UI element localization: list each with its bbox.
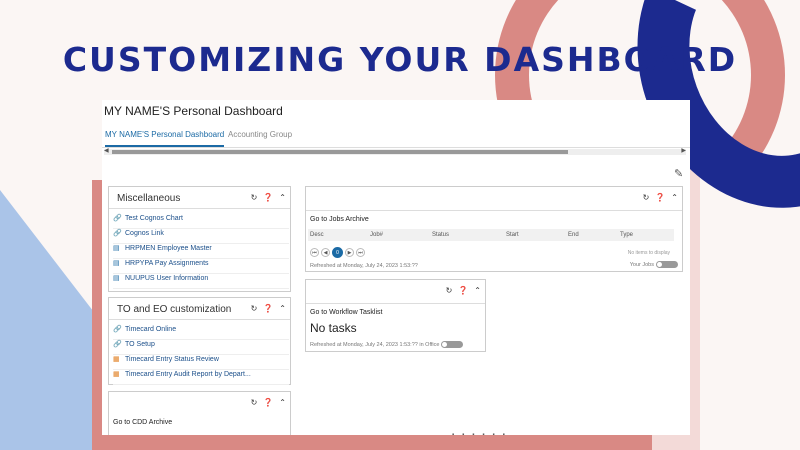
link-icon: 🔗 bbox=[113, 341, 122, 348]
link-icon: 🔗 bbox=[113, 230, 122, 237]
list-item[interactable]: 🔗 Timecard Online bbox=[113, 325, 289, 340]
scroll-left-icon[interactable]: ◀ bbox=[104, 147, 109, 154]
column-header[interactable]: Type bbox=[620, 232, 633, 238]
help-icon[interactable]: ❓ bbox=[263, 304, 273, 313]
misc-panel-title: Miscellaneous bbox=[117, 193, 181, 204]
collapse-icon[interactable]: ⌃ bbox=[474, 286, 481, 295]
help-icon[interactable]: ❓ bbox=[655, 193, 665, 202]
jobs-grid-header: Desc Job# Status Start End Type bbox=[308, 229, 674, 241]
cdd-archive-link[interactable]: Go to CDD Archive bbox=[113, 419, 172, 426]
help-icon[interactable]: ❓ bbox=[263, 193, 273, 202]
your-jobs-toggle[interactable] bbox=[656, 261, 678, 268]
workflow-panel: ↻ ❓ ⌃ Go to Workflow Tasklist No tasks Ref… bbox=[305, 279, 486, 352]
refresh-icon[interactable]: ↻ bbox=[251, 398, 258, 407]
decorative-dots: ▪▪▪▪▪▪ bbox=[452, 432, 513, 438]
last-page-icon[interactable]: ⏭ bbox=[356, 248, 365, 257]
toggle-label: Your Jobs bbox=[629, 261, 654, 268]
workflow-tasklist-link[interactable]: Go to Workflow Tasklist bbox=[310, 309, 383, 316]
current-page[interactable]: 0 bbox=[332, 247, 343, 258]
dashboard-screenshot: MY NAME'S Personal Dashboard MY NAME'S P… bbox=[102, 100, 690, 435]
tab-personal-dashboard[interactable]: MY NAME'S Personal Dashboard bbox=[105, 130, 225, 147]
list-item[interactable]: 🔗 TO Setup bbox=[113, 340, 289, 355]
misc-panel-header: Miscellaneous ↻ ❓ ⌃ bbox=[109, 187, 290, 209]
panel-controls: ↻ ❓ ⌃ bbox=[637, 193, 678, 202]
scrollbar-thumb[interactable] bbox=[112, 150, 568, 154]
column-header[interactable]: Start bbox=[506, 232, 519, 238]
workflow-panel-header: ↻ ❓ ⌃ bbox=[306, 280, 485, 304]
column-header[interactable]: Desc bbox=[310, 232, 324, 238]
help-icon[interactable]: ❓ bbox=[458, 286, 468, 295]
tab-accounting-group[interactable]: Accounting Group bbox=[228, 130, 292, 139]
refresh-timestamp: Refreshed at Monday, July 24, 2023 1:53:… bbox=[310, 263, 418, 269]
cdd-panel-header: ↻ ❓ ⌃ bbox=[109, 392, 290, 414]
screen-icon: ▤ bbox=[113, 260, 120, 267]
slide-title: CUSTOMIZING YOUR DASHBOARD bbox=[62, 40, 738, 79]
column-header[interactable]: Job# bbox=[370, 232, 383, 238]
first-page-icon[interactable]: ⏮ bbox=[310, 248, 319, 257]
jobs-panel-header: ↻ ❓ ⌃ bbox=[306, 187, 682, 211]
pencil-icon[interactable]: ✎ bbox=[674, 167, 683, 180]
report-icon: ▦ bbox=[113, 371, 120, 378]
collapse-icon[interactable]: ⌃ bbox=[279, 398, 286, 407]
workflow-status: No tasks bbox=[310, 321, 357, 335]
tab-scrollbar[interactable]: ◀ ▶ bbox=[104, 147, 686, 155]
list-item[interactable]: ▤ HRPYPA Pay Assignments bbox=[113, 259, 289, 274]
dashboard-tabs: MY NAME'S Personal Dashboard Accounting … bbox=[102, 124, 690, 148]
prev-page-icon[interactable]: ◀ bbox=[321, 248, 330, 257]
jobs-pager: ⏮ ◀ 0 ▶ ⏭ bbox=[310, 247, 367, 258]
screen-icon: ▤ bbox=[113, 275, 120, 282]
panel-controls: ↻ ❓ ⌃ bbox=[245, 193, 286, 202]
refresh-icon[interactable]: ↻ bbox=[251, 304, 258, 313]
jobs-archive-link[interactable]: Go to Jobs Archive bbox=[310, 216, 369, 223]
list-item[interactable]: 🔗 Test Cognos Chart bbox=[113, 214, 289, 229]
list-item[interactable]: ▦ Timecard Entry Status Review bbox=[113, 355, 289, 370]
dashboard-title: MY NAME'S Personal Dashboard bbox=[104, 104, 283, 118]
screen-icon: ▤ bbox=[113, 245, 120, 252]
cdd-panel: ↻ ❓ ⌃ Go to CDD Archive bbox=[108, 391, 291, 435]
collapse-icon[interactable]: ⌃ bbox=[279, 193, 286, 202]
panel-controls: ↻ ❓ ⌃ bbox=[245, 304, 286, 313]
list-item[interactable]: ▦ Timecard Entry Audit Report by Depart..… bbox=[113, 370, 289, 385]
your-jobs-toggle-wrap: Your Jobs bbox=[630, 261, 678, 268]
panel-controls: ↻ ❓ ⌃ bbox=[245, 398, 286, 407]
report-icon: ▦ bbox=[113, 356, 120, 363]
refresh-icon[interactable]: ↻ bbox=[251, 193, 258, 202]
collapse-icon[interactable]: ⌃ bbox=[279, 304, 286, 313]
scroll-right-icon[interactable]: ▶ bbox=[681, 147, 686, 154]
help-icon[interactable]: ❓ bbox=[263, 398, 273, 407]
list-item[interactable]: ▤ NUUPUS User Information bbox=[113, 274, 289, 289]
link-icon: 🔗 bbox=[113, 215, 122, 222]
empty-grid-message: No items to display bbox=[627, 250, 670, 256]
list-item[interactable]: 🔗 Cognos Link bbox=[113, 229, 289, 244]
refresh-icon[interactable]: ↻ bbox=[643, 193, 650, 202]
to-eo-panel-header: TO and EO customization ↻ ❓ ⌃ bbox=[109, 298, 290, 320]
list-item[interactable]: ▤ HRPMEN Employee Master bbox=[113, 244, 289, 259]
column-header[interactable]: Status bbox=[432, 232, 449, 238]
to-eo-panel-title: TO and EO customization bbox=[117, 304, 232, 315]
misc-panel: Miscellaneous ↻ ❓ ⌃ 🔗 Test Cognos Chart 🔗 Co… bbox=[108, 186, 291, 292]
jobs-panel: ↻ ❓ ⌃ Go to Jobs Archive Desc Job# Status … bbox=[305, 186, 683, 272]
panel-controls: ↻ ❓ ⌃ bbox=[440, 286, 481, 295]
next-page-icon[interactable]: ▶ bbox=[345, 248, 354, 257]
link-icon: 🔗 bbox=[113, 326, 122, 333]
in-office-toggle[interactable] bbox=[441, 341, 464, 348]
column-header[interactable]: End bbox=[568, 232, 579, 238]
refresh-timestamp: Refreshed at Monday, July 24, 2023 1:53:… bbox=[310, 341, 464, 348]
to-eo-panel: TO and EO customization ↻ ❓ ⌃ 🔗 Timecard On… bbox=[108, 297, 291, 385]
collapse-icon[interactable]: ⌃ bbox=[671, 193, 678, 202]
refresh-icon[interactable]: ↻ bbox=[446, 286, 453, 295]
